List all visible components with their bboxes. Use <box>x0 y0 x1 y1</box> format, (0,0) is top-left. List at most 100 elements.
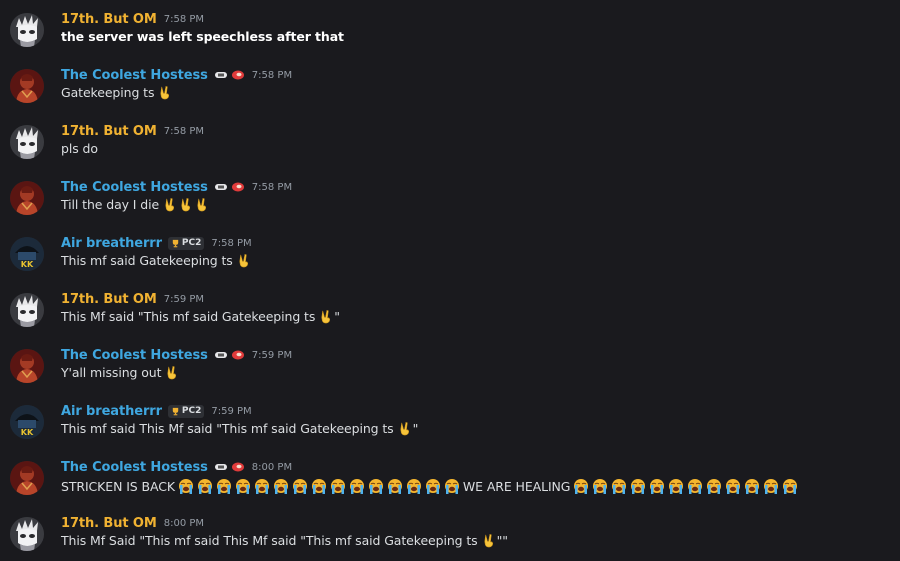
message-content: This mf said This Mf said "This mf said … <box>61 421 394 436</box>
avatar[interactable] <box>10 517 44 551</box>
message-content: This Mf Said "This mf said This Mf said … <box>61 533 478 548</box>
loudly-crying-face-emoji-icon <box>686 477 704 495</box>
username[interactable]: Air breatherrr <box>61 236 162 251</box>
username[interactable]: The Coolest Hostess <box>61 180 208 195</box>
message-content: Gatekeeping ts <box>61 85 155 100</box>
pill-badge-icon[interactable] <box>214 181 228 193</box>
meat-badge-icon[interactable] <box>231 461 245 473</box>
loudly-crying-face-emoji-icon <box>667 477 685 495</box>
avatar[interactable] <box>10 405 44 439</box>
message-text: Y'all missing out <box>61 365 180 380</box>
pill-badge-icon[interactable] <box>214 461 228 473</box>
message-content: Till the day I die <box>61 197 160 212</box>
timestamp: 7:58 PM <box>163 125 205 137</box>
avatar[interactable] <box>10 125 44 159</box>
message-header: The Coolest Hostess 7:58 PM <box>61 66 292 84</box>
message-header: Air breatherrr PC2 7:59 PM <box>61 402 252 420</box>
loudly-crying-face-emoji-icon <box>177 477 195 495</box>
loudly-crying-face-emoji-icon <box>348 477 366 495</box>
username[interactable]: 17th. But OM <box>61 124 157 139</box>
victory-hand-emoji-icon <box>236 253 251 268</box>
loudly-crying-face-emoji-icon <box>443 477 461 495</box>
timestamp: 7:59 PM <box>251 349 293 361</box>
message-content: This Mf said "This mf said Gatekeeping t… <box>61 309 316 324</box>
trophy-icon <box>172 407 179 415</box>
emoji-group <box>236 253 252 268</box>
message-text: This mf said This Mf said "This mf said … <box>61 421 418 436</box>
avatar[interactable] <box>10 461 44 495</box>
victory-hand-emoji-icon <box>318 309 333 324</box>
message-header: The Coolest Hostess 7:59 PM <box>61 346 292 364</box>
emoji-group <box>177 477 461 495</box>
loudly-crying-face-emoji-icon <box>724 477 742 495</box>
emoji-group <box>481 533 497 548</box>
username[interactable]: The Coolest Hostess <box>61 68 208 83</box>
loudly-crying-face-emoji-icon <box>310 477 328 495</box>
message-content-end: "" <box>496 533 508 548</box>
avatar-image <box>10 349 44 383</box>
message-header: The Coolest Hostess 7:58 PM <box>61 178 292 196</box>
victory-hand-emoji-icon <box>481 533 496 548</box>
username[interactable]: Air breatherrr <box>61 404 162 419</box>
server-tag-label: PC2 <box>181 238 202 248</box>
message-content-end: " <box>334 309 340 324</box>
loudly-crying-face-emoji-icon <box>386 477 404 495</box>
timestamp: 7:59 PM <box>211 405 252 417</box>
avatar-image <box>10 405 44 439</box>
message-header: The Coolest Hostess 8:00 PM <box>61 458 292 476</box>
timestamp: 7:59 PM <box>163 293 205 305</box>
pill-badge-icon[interactable] <box>214 349 228 361</box>
username[interactable]: 17th. But OM <box>61 12 157 27</box>
victory-hand-emoji-icon <box>194 197 209 212</box>
loudly-crying-face-emoji-icon <box>781 477 799 495</box>
loudly-crying-face-emoji-icon <box>405 477 423 495</box>
avatar[interactable] <box>10 13 44 47</box>
emoji-group <box>318 309 334 324</box>
meat-badge-icon[interactable] <box>231 181 245 193</box>
avatar-image <box>10 181 44 215</box>
avatar-image <box>10 517 44 551</box>
meat-badge-icon[interactable] <box>231 349 245 361</box>
message: The Coolest Hostess 7:58 PM Gatekeeping … <box>0 66 900 122</box>
message-text: Till the day I die <box>61 197 210 212</box>
loudly-crying-face-emoji-icon <box>610 477 628 495</box>
loudly-crying-face-emoji-icon <box>648 477 666 495</box>
meat-badge-icon[interactable] <box>231 69 245 81</box>
emoji-group <box>572 477 799 495</box>
message: Air breatherrr PC2 7:59 PM This mf said … <box>0 402 900 458</box>
loudly-crying-face-emoji-icon <box>424 477 442 495</box>
avatar[interactable] <box>10 181 44 215</box>
timestamp: 8:00 PM <box>163 517 205 529</box>
emoji-group <box>162 197 210 212</box>
victory-hand-emoji-icon <box>178 197 193 212</box>
message: 17th. But OM 7:58 PM the server was left… <box>0 10 900 66</box>
victory-hand-emoji-icon <box>162 197 177 212</box>
username[interactable]: 17th. But OM <box>61 292 157 307</box>
username[interactable]: The Coolest Hostess <box>61 348 208 363</box>
chat-log: 17th. But OM 7:58 PM the server was left… <box>0 0 900 561</box>
message: The Coolest Hostess 7:58 PM Till the day… <box>0 178 900 234</box>
loudly-crying-face-emoji-icon <box>291 477 309 495</box>
username[interactable]: The Coolest Hostess <box>61 460 208 475</box>
server-tag[interactable]: PC2 <box>167 404 205 418</box>
loudly-crying-face-emoji-icon <box>234 477 252 495</box>
message: The Coolest Hostess 8:00 PM STRICKEN IS … <box>0 458 900 514</box>
server-tag[interactable]: PC2 <box>167 236 205 250</box>
avatar-image <box>10 461 44 495</box>
message-content: STRICKEN IS BACK <box>61 478 175 494</box>
pill-badge-icon[interactable] <box>214 69 228 81</box>
timestamp: 7:58 PM <box>251 181 293 193</box>
avatar[interactable] <box>10 69 44 103</box>
avatar-image <box>10 69 44 103</box>
loudly-crying-face-emoji-icon <box>705 477 723 495</box>
avatar-image <box>10 293 44 327</box>
message-content-middle: WE ARE HEALING <box>462 478 571 494</box>
avatar[interactable] <box>10 293 44 327</box>
avatar[interactable] <box>10 349 44 383</box>
username[interactable]: 17th. But OM <box>61 516 157 531</box>
message: Air breatherrr PC2 7:58 PM This mf said … <box>0 234 900 290</box>
avatar[interactable] <box>10 237 44 271</box>
loudly-crying-face-emoji-icon <box>253 477 271 495</box>
timestamp: 7:58 PM <box>251 69 293 81</box>
message-text: STRICKEN IS BACK WE ARE HEALING <box>61 477 801 495</box>
